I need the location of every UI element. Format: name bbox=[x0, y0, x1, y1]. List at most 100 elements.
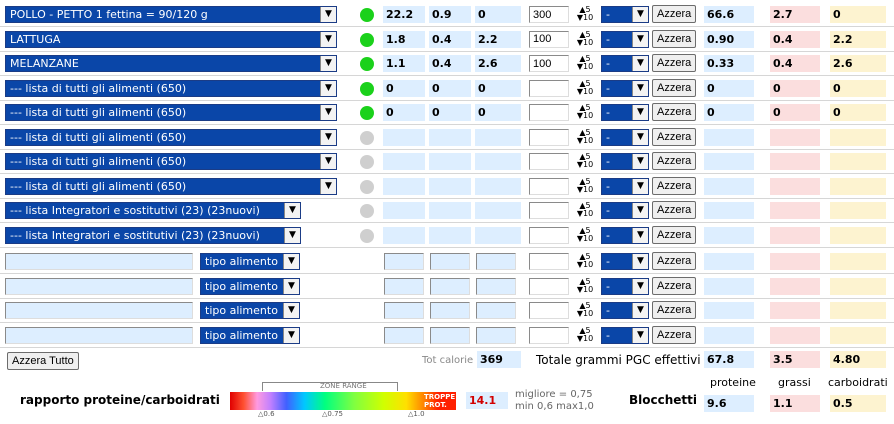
unit-select[interactable]: - ▼ bbox=[601, 6, 649, 23]
quantity-spinner[interactable]: ▲5 ▼10 bbox=[573, 153, 597, 170]
quantity-spinner[interactable]: ▲5 ▼10 bbox=[573, 202, 597, 219]
quantity-spinner[interactable]: ▲5 ▼10 bbox=[573, 177, 597, 195]
quantity-input[interactable] bbox=[529, 226, 569, 244]
unit-select[interactable]: - ▼ bbox=[601, 253, 649, 270]
food-type-select[interactable]: tipo alimento ▼ bbox=[200, 277, 300, 295]
fat-value: 0.4 bbox=[429, 30, 471, 48]
food-select[interactable]: POLLO - PETTO 1 fettina = 90/120 g ▼ bbox=[5, 6, 337, 23]
azzera-button[interactable]: Azzera bbox=[652, 201, 697, 219]
custom-food-name-input[interactable] bbox=[5, 326, 193, 344]
quantity-input[interactable] bbox=[529, 177, 569, 195]
unit-select[interactable]: - ▼ bbox=[601, 277, 649, 295]
quantity-spinner[interactable]: ▲5 ▼10 bbox=[573, 128, 597, 146]
quantity-input[interactable] bbox=[529, 277, 569, 295]
ratio-minmax-label: min 0,6 max1,0 bbox=[515, 401, 594, 412]
quantity-spinner[interactable]: ▲5 ▼10 bbox=[573, 30, 597, 48]
food-select[interactable]: --- lista di tutti gli alimenti (650) ▼ bbox=[5, 153, 337, 170]
unit-select[interactable]: - ▼ bbox=[601, 30, 649, 48]
supplement-select[interactable]: --- lista Integratori e sostitutivi (23)… bbox=[5, 202, 301, 219]
protein-value: 0 bbox=[383, 79, 425, 97]
quantity-input[interactable] bbox=[529, 153, 569, 170]
unit-select[interactable]: - ▼ bbox=[601, 226, 649, 244]
row-total-carbs bbox=[830, 253, 886, 270]
azzera-button[interactable]: Azzera bbox=[652, 325, 697, 344]
food-select[interactable]: LATTUGA ▼ bbox=[5, 30, 337, 48]
custom-food-name-input[interactable] bbox=[5, 302, 193, 319]
food-type-select[interactable]: tipo alimento ▼ bbox=[200, 302, 300, 319]
azzera-button[interactable]: Azzera bbox=[652, 103, 697, 121]
unit-select[interactable]: - ▼ bbox=[601, 153, 649, 170]
custom-protein-input[interactable] bbox=[384, 253, 424, 270]
custom-carb-input[interactable] bbox=[476, 326, 516, 344]
azzera-button[interactable]: Azzera bbox=[652, 152, 697, 170]
food-type-select[interactable]: tipo alimento ▼ bbox=[200, 253, 300, 270]
custom-food-name-input[interactable] bbox=[5, 253, 193, 270]
azzera-button[interactable]: Azzera bbox=[652, 276, 697, 295]
food-select[interactable]: --- lista di tutti gli alimenti (650) ▼ bbox=[5, 104, 337, 121]
quantity-input[interactable] bbox=[529, 202, 569, 219]
food-select[interactable]: --- lista di tutti gli alimenti (650) ▼ bbox=[5, 128, 337, 146]
row-total-fat: 0.4 bbox=[770, 30, 820, 48]
food-select[interactable]: --- lista di tutti gli alimenti (650) ▼ bbox=[5, 177, 337, 195]
fat-value bbox=[429, 177, 471, 195]
quantity-input[interactable] bbox=[529, 104, 569, 121]
unit-select[interactable]: - ▼ bbox=[601, 326, 649, 344]
azzera-button[interactable]: Azzera bbox=[652, 301, 697, 319]
custom-fat-input[interactable] bbox=[430, 302, 470, 319]
quantity-spinner[interactable]: ▲5 ▼10 bbox=[573, 79, 597, 97]
unit-select[interactable]: - ▼ bbox=[601, 128, 649, 146]
custom-carb-input[interactable] bbox=[476, 277, 516, 295]
quantity-input[interactable] bbox=[529, 326, 569, 344]
quantity-spinner[interactable]: ▲5 ▼10 bbox=[573, 326, 597, 344]
azzera-button[interactable]: Azzera bbox=[652, 252, 697, 270]
quantity-spinner[interactable]: ▲5 ▼10 bbox=[573, 302, 597, 319]
custom-food-name-input[interactable] bbox=[5, 277, 193, 295]
quantity-spinner[interactable]: ▲5 ▼10 bbox=[573, 253, 597, 270]
custom-fat-input[interactable] bbox=[430, 326, 470, 344]
custom-fat-input[interactable] bbox=[430, 277, 470, 295]
fat-value: 0.4 bbox=[429, 55, 471, 72]
azzera-button[interactable]: Azzera bbox=[652, 225, 697, 244]
azzera-button[interactable]: Azzera bbox=[652, 127, 697, 146]
azzera-button[interactable]: Azzera bbox=[652, 29, 697, 48]
quantity-spinner[interactable]: ▲5 ▼10 bbox=[573, 226, 597, 244]
quantity-input[interactable] bbox=[529, 30, 569, 48]
unit-select[interactable]: - ▼ bbox=[601, 79, 649, 97]
supplement-select[interactable]: --- lista Integratori e sostitutivi (23)… bbox=[5, 226, 301, 244]
unit-select[interactable]: - ▼ bbox=[601, 55, 649, 72]
custom-fat-input[interactable] bbox=[430, 253, 470, 270]
protein-value: 1.8 bbox=[383, 30, 425, 48]
custom-carb-input[interactable] bbox=[476, 253, 516, 270]
row-total-protein: 0 bbox=[704, 104, 754, 121]
food-type-select[interactable]: tipo alimento ▼ bbox=[200, 326, 300, 344]
unit-select[interactable]: - ▼ bbox=[601, 202, 649, 219]
quantity-input[interactable] bbox=[529, 79, 569, 97]
azzera-button[interactable]: Azzera bbox=[652, 176, 697, 195]
quantity-spinner[interactable]: ▲5 ▼10 bbox=[573, 104, 597, 121]
chevron-down-icon: ▼ bbox=[283, 327, 299, 343]
chevron-down-icon: ▼ bbox=[320, 105, 336, 120]
ratio-value: 14.1 bbox=[466, 392, 508, 409]
quantity-input[interactable] bbox=[529, 128, 569, 146]
quantity-input[interactable] bbox=[529, 253, 569, 270]
row-total-fat: 0.4 bbox=[770, 55, 820, 72]
custom-protein-input[interactable] bbox=[384, 277, 424, 295]
unit-select[interactable]: - ▼ bbox=[601, 104, 649, 121]
quantity-input[interactable] bbox=[529, 6, 569, 23]
azzera-button[interactable]: Azzera bbox=[652, 54, 697, 72]
food-select[interactable]: --- lista di tutti gli alimenti (650) ▼ bbox=[5, 79, 337, 97]
quantity-spinner[interactable]: ▲5 ▼10 bbox=[573, 55, 597, 72]
unit-select[interactable]: - ▼ bbox=[601, 177, 649, 195]
azzera-button[interactable]: Azzera bbox=[652, 78, 697, 97]
custom-protein-input[interactable] bbox=[384, 302, 424, 319]
quantity-spinner[interactable]: ▲5 ▼10 bbox=[573, 277, 597, 295]
reset-all-button[interactable]: Azzera Tutto bbox=[7, 352, 79, 370]
quantity-spinner[interactable]: ▲5 ▼10 bbox=[573, 6, 597, 23]
azzera-button[interactable]: Azzera bbox=[652, 5, 697, 23]
food-select[interactable]: MELANZANE ▼ bbox=[5, 55, 337, 72]
unit-select[interactable]: - ▼ bbox=[601, 302, 649, 319]
custom-carb-input[interactable] bbox=[476, 302, 516, 319]
quantity-input[interactable] bbox=[529, 55, 569, 72]
custom-protein-input[interactable] bbox=[384, 326, 424, 344]
quantity-input[interactable] bbox=[529, 302, 569, 319]
